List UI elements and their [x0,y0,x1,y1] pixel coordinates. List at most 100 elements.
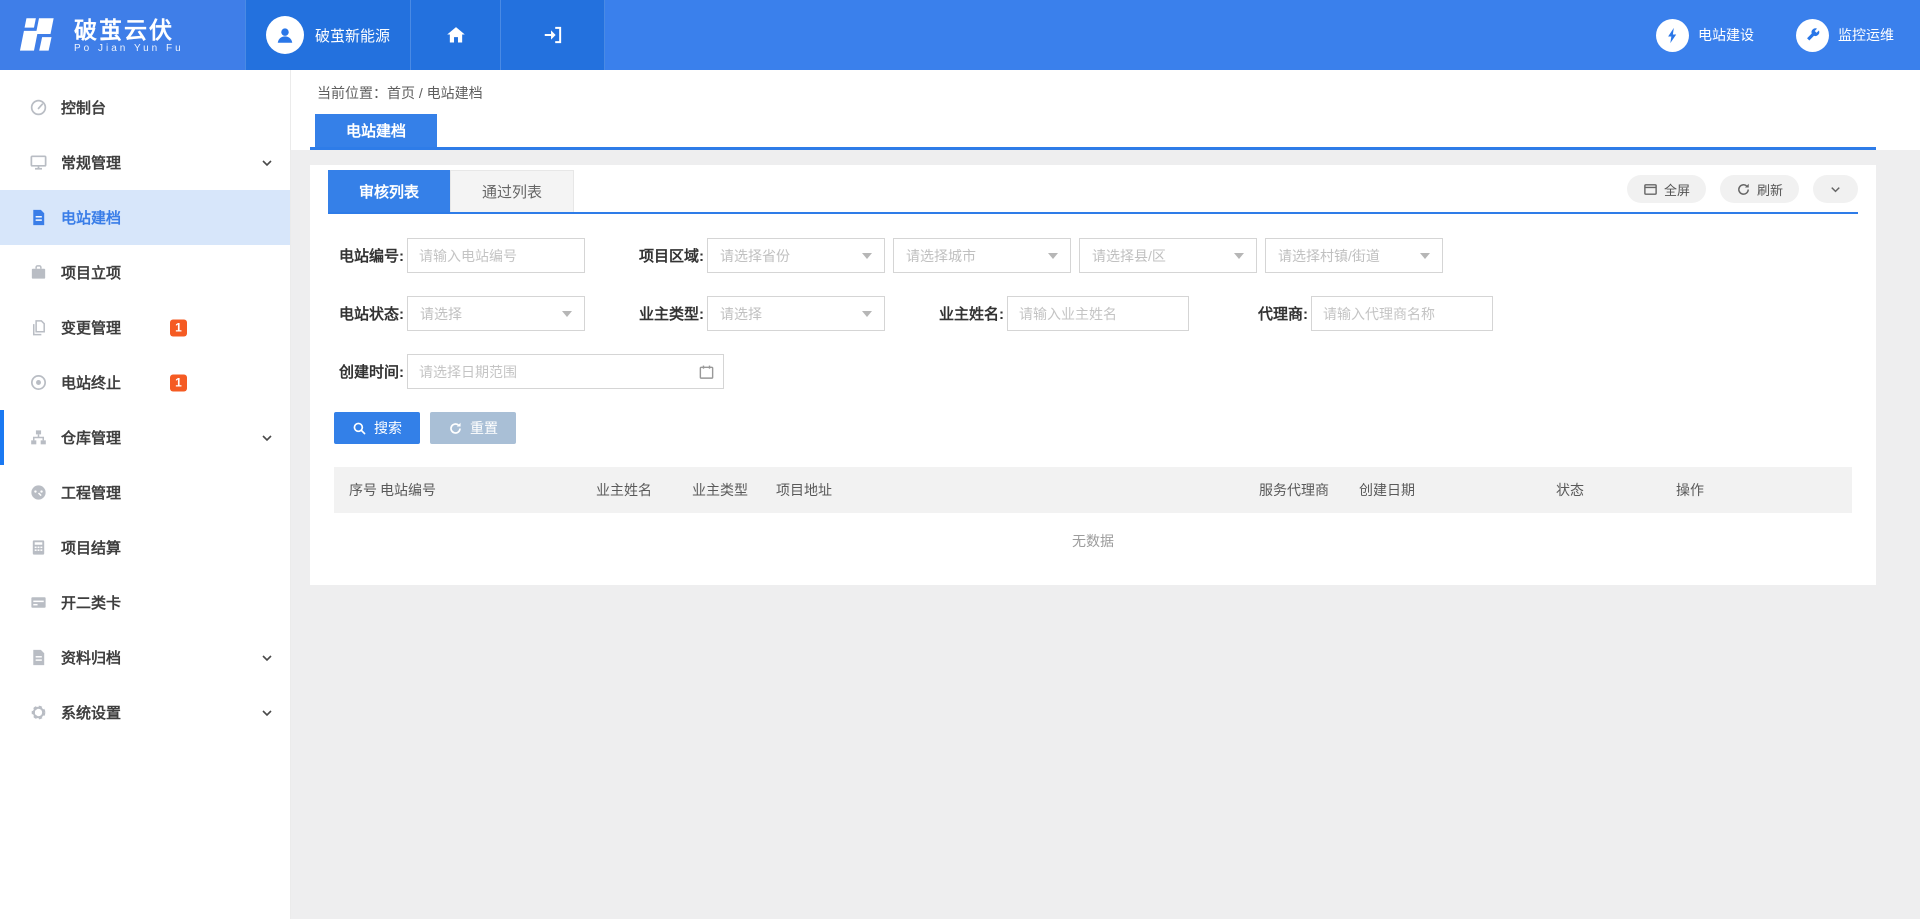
created-time-label: 创建时间: [334,361,404,382]
table-header: 序号 电站编号 业主姓名 业主类型 项目地址 服务代理商 创建日期 状态 操作 [334,467,1852,513]
county-select-value: 请选择县/区 [1092,246,1166,266]
sidebar-item-label: 控制台 [61,97,106,118]
dropdown-arrow-icon [1234,253,1244,259]
sidebar-item-project-settlement[interactable]: 项目结算 [0,520,290,575]
sidebar-item-open-type2-card[interactable]: 开二类卡 [0,575,290,630]
user-menu[interactable]: 破茧新能源 [245,0,411,70]
chevron-down-icon [260,706,274,720]
archive-document-icon [29,648,48,667]
logo-subtitle: Po Jian Yun Fu [74,43,184,54]
nav-station-construction[interactable]: 电站建设 [1656,19,1754,52]
sidebar-item-engineering-management[interactable]: 工程管理 [0,465,290,520]
breadcrumb-path[interactable]: 首页 / 电站建档 [387,85,483,101]
col-status: 状态 [1556,480,1584,500]
filter-form: 电站编号: 项目区域: 请选择省份 请选择城市 请选择县/区 请选择村镇/街道 [310,214,1876,389]
filter-row-1: 电站编号: 项目区域: 请选择省份 请选择城市 请选择县/区 请选择村镇/街道 [334,238,1876,273]
chevron-down-icon [260,156,274,170]
user-avatar [266,16,304,54]
gauge-icon [29,483,48,502]
province-select[interactable]: 请选择省份 [707,238,885,273]
header-right-nav: 电站建设 监控运维 [1656,0,1920,70]
col-station-no: 电站编号 [380,480,436,500]
tab-passed-list[interactable]: 通过列表 [450,170,574,212]
sidebar-item-system-settings[interactable]: 系统设置 [0,685,290,740]
sidebar-item-change-management[interactable]: 变更管理 1 [0,300,290,355]
station-termination-badge: 1 [170,374,187,391]
breadcrumb: 当前位置：首页 / 电站建档 [317,83,483,103]
county-select[interactable]: 请选择县/区 [1079,238,1257,273]
page-tab-station-archive[interactable]: 电站建档 [315,114,437,147]
document-icon [29,208,48,227]
owner-name-input[interactable] [1007,296,1189,331]
filter-row-2: 电站状态: 请选择 业主类型: 请选择 业主姓名: 代理商: [334,296,1876,331]
station-status-select[interactable]: 请选择 [407,296,585,331]
reset-label: 重置 [470,418,498,438]
dropdown-arrow-icon [862,253,872,259]
sidebar-item-label: 开二类卡 [61,592,121,613]
nav-monitoring-ops[interactable]: 监控运维 [1796,19,1894,52]
copy-pages-icon [29,318,48,337]
fullscreen-button[interactable]: 全屏 [1627,175,1706,203]
breadcrumb-zone: 当前位置：首页 / 电站建档 电站建档 [291,70,1920,150]
sidebar-item-warehouse-management[interactable]: 仓库管理 [0,410,290,465]
sign-in-icon [542,24,564,46]
city-select-value: 请选择城市 [906,246,976,266]
agent-label: 代理商: [1238,303,1308,324]
sidebar-item-label: 电站终止 [61,372,121,393]
province-select-value: 请选择省份 [720,246,790,266]
date-range-input[interactable] [407,354,724,389]
town-select[interactable]: 请选择村镇/街道 [1265,238,1443,273]
station-no-label: 电站编号: [334,245,404,266]
reset-icon [448,421,463,436]
sidebar-item-regular-management[interactable]: 常规管理 [0,135,290,190]
sitemap-icon [29,428,48,447]
sidebar-item-label: 项目立项 [61,262,121,283]
col-created-date: 创建日期 [1359,480,1415,500]
station-status-label: 电站状态: [334,303,404,324]
chevron-down-icon [1828,182,1843,197]
refresh-icon [1736,182,1751,197]
dropdown-arrow-icon [1420,253,1430,259]
empty-table-message: 无数据 [334,513,1852,551]
agent-input[interactable] [1311,296,1493,331]
col-owner-type: 业主类型 [692,480,748,500]
collapse-button[interactable] [1813,175,1858,203]
wrench-icon [1796,19,1829,52]
col-serial: 序号 [349,480,377,500]
sidebar-item-station-archive[interactable]: 电站建档 [0,190,290,245]
search-button[interactable]: 搜索 [334,412,420,444]
gear-icon [29,703,48,722]
owner-type-value: 请选择 [720,304,762,324]
town-select-value: 请选择村镇/街道 [1278,246,1380,266]
sidebar-item-console[interactable]: 控制台 [0,80,290,135]
sidebar-item-document-archive[interactable]: 资料归档 [0,630,290,685]
panel-toolbar: 全屏 刷新 [1627,175,1858,203]
city-select[interactable]: 请选择城市 [893,238,1071,273]
refresh-button[interactable]: 刷新 [1720,175,1799,203]
reset-button[interactable]: 重置 [430,412,516,444]
sidebar-item-label: 仓库管理 [61,427,121,448]
region-label: 项目区域: [634,245,704,266]
header-nav-group: 破茧新能源 [245,0,605,70]
main-content: 当前位置：首页 / 电站建档 电站建档 审核列表 通过列表 全屏 [291,70,1920,919]
sidebar-item-project-initiation[interactable]: 项目立项 [0,245,290,300]
owner-type-select[interactable]: 请选择 [707,296,885,331]
station-no-input[interactable] [407,238,585,273]
calendar-icon[interactable] [698,363,715,380]
owner-name-label: 业主姓名: [934,303,1004,324]
sidebar-item-label: 工程管理 [61,482,121,503]
sign-in-button[interactable] [501,0,605,70]
col-owner-name: 业主姓名 [596,480,652,500]
filter-actions: 搜索 重置 [334,412,1876,444]
chevron-down-icon [260,431,274,445]
fullscreen-icon [1643,182,1658,197]
sidebar-item-station-termination[interactable]: 电站终止 1 [0,355,290,410]
card-icon [29,593,48,612]
home-button[interactable] [411,0,501,70]
sidebar-item-label: 变更管理 [61,317,121,338]
tab-review-list[interactable]: 审核列表 [328,170,450,212]
owner-type-label: 业主类型: [634,303,704,324]
col-service-agent: 服务代理商 [1259,480,1329,500]
refresh-label: 刷新 [1757,180,1783,199]
logo-block: 破茧云伏 Po Jian Yun Fu [0,0,245,70]
